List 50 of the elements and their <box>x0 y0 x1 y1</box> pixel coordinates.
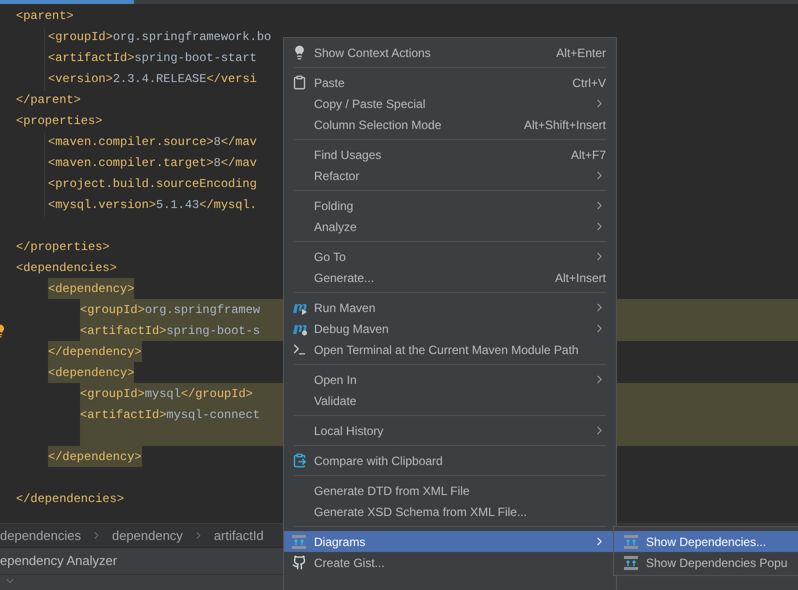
menu-item[interactable]: Analyze <box>284 216 616 237</box>
menu-item[interactable]: Find Usages Alt+F7 <box>284 144 616 165</box>
menu-item[interactable]: Generate XSD Schema from XML File... <box>284 501 616 522</box>
menu-item[interactable]: Paste Ctrl+V <box>284 72 616 93</box>
shortcut-label: Ctrl+V <box>572 74 606 92</box>
code-line: <properties> <box>16 112 102 130</box>
menu-item[interactable]: Run Maven <box>284 297 616 318</box>
code-line: <groupId>org.springframework.bo <box>48 28 272 46</box>
menu-item[interactable]: Open Terminal at the Current Maven Module Path <box>284 339 616 360</box>
code-line: <project.build.sourceEncoding <box>48 176 257 192</box>
tool-window-title: ependency Analyzer <box>0 552 118 570</box>
menu-item[interactable]: Create Gist... <box>284 552 616 573</box>
compare-clipboard-icon <box>292 453 307 468</box>
diagram-icon <box>624 556 638 570</box>
code-line: <parent> <box>16 8 74 24</box>
menu-item[interactable]: Column Selection Mode Alt+Shift+Insert <box>284 114 616 135</box>
menu-item[interactable]: Diagrams <box>284 531 616 552</box>
shortcut-label: Alt+Insert <box>554 270 606 286</box>
code-line: <mysql.version>5.1.43</mysql. <box>48 196 257 214</box>
menu-item[interactable]: Show Dependencies Popu <box>614 552 798 573</box>
menu-item[interactable]: Refactor <box>284 165 616 186</box>
code-line: </parent> <box>16 92 81 108</box>
menu-item[interactable]: Debug Maven <box>284 318 616 339</box>
shortcut-label: Alt+Shift+Insert <box>524 116 606 134</box>
breadcrumb-item[interactable]: artifactId <box>214 526 264 546</box>
shortcut-label: Alt+F7 <box>570 146 606 164</box>
menu-item[interactable]: Generate DTD from XML File <box>284 480 616 501</box>
lightbulb-icon <box>292 45 307 60</box>
code-line: <maven.compiler.source>8</mav <box>48 134 257 150</box>
diagram-icon <box>624 534 638 548</box>
code-line: <maven.compiler.target>8</mav <box>48 154 257 172</box>
menu-item[interactable]: Folding <box>284 195 616 216</box>
menu-item[interactable]: Show Dependencies... <box>614 531 798 552</box>
menu-item[interactable]: Copy / Paste Special <box>284 93 616 114</box>
code-line: <version>2.3.4.RELEASE</versi <box>48 70 257 88</box>
terminal-icon <box>292 342 307 357</box>
code-line: <dependencies> <box>16 260 117 276</box>
breadcrumb-item[interactable]: dependency <box>112 526 183 546</box>
menu-item[interactable]: Go To <box>284 246 616 267</box>
diagram-icon <box>292 534 306 548</box>
shortcut-label: Alt+Enter <box>556 44 606 62</box>
github-icon <box>292 555 307 570</box>
menu-item[interactable]: Generate... Alt+Insert <box>284 267 616 288</box>
menu-item[interactable]: Compare with Clipboard <box>284 450 616 471</box>
clipboard-icon <box>292 75 307 90</box>
code-line: <artifactId>spring-boot-start <box>48 50 257 66</box>
code-line: </properties> <box>16 238 110 256</box>
menu-item[interactable]: Show Context Actions Alt+Enter <box>284 42 616 63</box>
code-line: </dependencies> <box>16 490 124 508</box>
breadcrumb-item[interactable]: dependencies <box>0 526 81 546</box>
